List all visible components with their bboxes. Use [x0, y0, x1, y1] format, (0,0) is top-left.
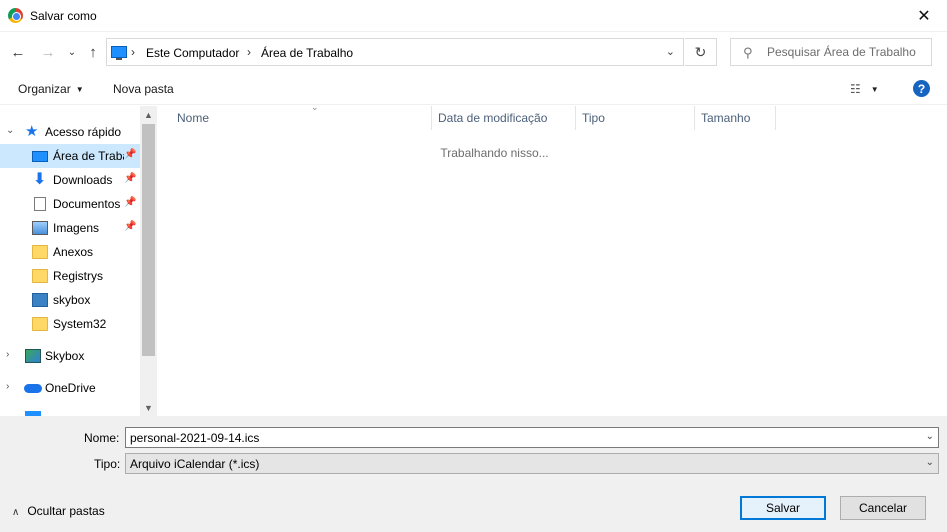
breadcrumb-separator: ›: [131, 45, 135, 59]
chevron-down-icon[interactable]: ⌄: [926, 457, 934, 468]
cancel-button[interactable]: Cancelar: [840, 496, 926, 520]
chevron-down-icon[interactable]: ⌄: [926, 431, 934, 442]
sidebar-item-skybox-folder[interactable]: skybox: [0, 288, 140, 312]
close-button[interactable]: ✕: [901, 0, 947, 32]
pin-icon: 📌: [124, 173, 137, 184]
box-icon: [32, 293, 48, 307]
column-header-label: Nome: [177, 111, 210, 125]
scroll-thumb[interactable]: [142, 124, 155, 356]
expand-open-icon[interactable]: ⌄: [6, 125, 14, 136]
sidebar-item-skybox[interactable]: › Skybox: [0, 344, 140, 368]
sidebar-item-system32[interactable]: System32: [0, 312, 140, 336]
column-header-name[interactable]: Nome ⌄: [171, 102, 432, 130]
caret-down-icon: ▼: [75, 85, 84, 94]
chevron-up-icon: ∧: [12, 507, 20, 518]
view-options-button[interactable]: ☷ ▼: [850, 82, 879, 96]
file-list: Nome ⌄ Data de modificação Tipo Tamanho …: [157, 102, 947, 416]
title-bar: Salvar como ✕: [0, 0, 947, 32]
sidebar-item-label: Área de Traba: [53, 149, 124, 163]
search-input[interactable]: [767, 43, 927, 61]
file-name-input[interactable]: [130, 430, 910, 445]
sidebar-item-label: Acesso rápido: [45, 125, 122, 139]
column-header-label: Data de modificação: [438, 111, 548, 125]
back-arrow-icon[interactable]: ←: [8, 42, 28, 62]
sidebar-item-label: Anexos: [53, 245, 94, 259]
organize-button[interactable]: Organizar ▼: [18, 82, 84, 96]
sidebar-item-label: skybox: [53, 293, 91, 307]
sidebar-item-quick-access[interactable]: ⌄ ★ Acesso rápido: [0, 120, 140, 144]
sidebar-item-documents[interactable]: Documentos 📌: [0, 192, 140, 216]
sidebar-item-registrys[interactable]: Registrys: [0, 264, 140, 288]
column-header-date[interactable]: Data de modificação: [432, 106, 576, 130]
new-folder-button[interactable]: Nova pasta: [113, 82, 174, 96]
scroll-up-icon[interactable]: ▲: [140, 106, 157, 123]
column-header-label: Tipo: [582, 111, 605, 125]
navigation-bar: ← → ⌄ ↑ › Este Computador › Área de Trab…: [0, 32, 947, 72]
caret-down-icon: ▼: [870, 85, 879, 94]
search-icon: ⚲: [743, 45, 753, 60]
sidebar-item-onedrive[interactable]: › OneDrive: [0, 376, 140, 400]
sidebar-item-label: Downloads: [53, 173, 113, 187]
sidebar-item-anexos[interactable]: Anexos: [0, 240, 140, 264]
sidebar-scrollbar[interactable]: ▲ ▼: [140, 106, 157, 416]
pictures-icon: [32, 221, 48, 235]
sidebar-item-downloads[interactable]: ⬇ Downloads 📌: [0, 168, 140, 192]
sidebar-item-label: Skybox: [45, 349, 85, 363]
save-options-panel: Nome: ⌄ Tipo: Arquivo iCalendar (*.ics) …: [0, 416, 947, 532]
pin-icon: 📌: [124, 149, 137, 160]
breadcrumb-separator: ›: [247, 45, 251, 59]
recent-locations-icon[interactable]: ⌄: [62, 42, 82, 62]
star-icon: ★: [25, 123, 39, 140]
address-bar[interactable]: › Este Computador › Área de Trabalho ⌄: [106, 38, 684, 66]
folder-icon: [32, 245, 48, 259]
hide-folders-button[interactable]: ∧ Ocultar pastas: [12, 504, 105, 518]
view-list-icon: ☷: [850, 82, 861, 96]
command-toolbar: Organizar ▼ Nova pasta ☷ ▼ ?: [0, 72, 947, 105]
hide-folders-label: Ocultar pastas: [27, 504, 105, 518]
cloud-icon: [24, 384, 42, 393]
chrome-icon: [8, 8, 23, 23]
file-name-label: Nome:: [84, 431, 120, 445]
navigation-pane: ⌄ ★ Acesso rápido Área de Traba 📌 ⬇ Down…: [0, 106, 140, 416]
scroll-down-icon[interactable]: ▼: [140, 399, 157, 416]
up-arrow-icon[interactable]: ↑: [83, 42, 103, 62]
folder-icon: [32, 317, 48, 331]
breadcrumb-computer[interactable]: Este Computador: [146, 46, 239, 60]
column-header-type[interactable]: Tipo: [576, 106, 695, 130]
sidebar-item-label: Registrys: [53, 269, 104, 283]
window-title: Salvar como: [30, 9, 97, 23]
refresh-button[interactable]: ↻: [685, 38, 717, 66]
loading-status: Trabalhando nisso...: [440, 146, 549, 160]
column-header-label: Tamanho: [701, 111, 751, 125]
file-type-label: Tipo:: [94, 457, 121, 471]
skybox-icon: [25, 349, 41, 363]
sort-arrow-icon: ⌄: [311, 102, 319, 112]
document-icon: [34, 197, 46, 211]
file-name-combobox[interactable]: ⌄: [125, 427, 939, 448]
folder-icon: [32, 269, 48, 283]
save-button[interactable]: Salvar: [740, 496, 826, 520]
chevron-down-icon[interactable]: ⌄: [666, 45, 675, 58]
sidebar-item-label: Documentos: [53, 197, 121, 211]
pin-icon: 📌: [124, 221, 137, 232]
download-icon: ⬇: [33, 171, 47, 188]
sidebar-item-label: System32: [53, 317, 107, 331]
sidebar-item-desktop[interactable]: Área de Traba 📌: [0, 144, 140, 168]
breadcrumb-desktop[interactable]: Área de Trabalho: [261, 46, 353, 60]
search-box[interactable]: ⚲: [730, 38, 932, 66]
sidebar-item-label: Imagens: [53, 221, 100, 235]
forward-arrow-icon[interactable]: →: [38, 42, 58, 62]
help-button[interactable]: ?: [913, 80, 930, 97]
sidebar-item-pictures[interactable]: Imagens 📌: [0, 216, 140, 240]
expand-closed-icon[interactable]: ›: [6, 381, 9, 392]
organize-label: Organizar: [18, 82, 71, 96]
column-header-size[interactable]: Tamanho: [695, 106, 776, 130]
file-type-value: Arquivo iCalendar (*.ics): [130, 457, 260, 471]
pin-icon: 📌: [124, 197, 137, 208]
file-type-select[interactable]: Arquivo iCalendar (*.ics) ⌄: [125, 453, 939, 474]
expand-closed-icon[interactable]: ›: [6, 349, 9, 360]
computer-icon: [111, 46, 127, 60]
sidebar-item-label: OneDrive: [45, 381, 96, 395]
desktop-icon: [32, 151, 48, 162]
